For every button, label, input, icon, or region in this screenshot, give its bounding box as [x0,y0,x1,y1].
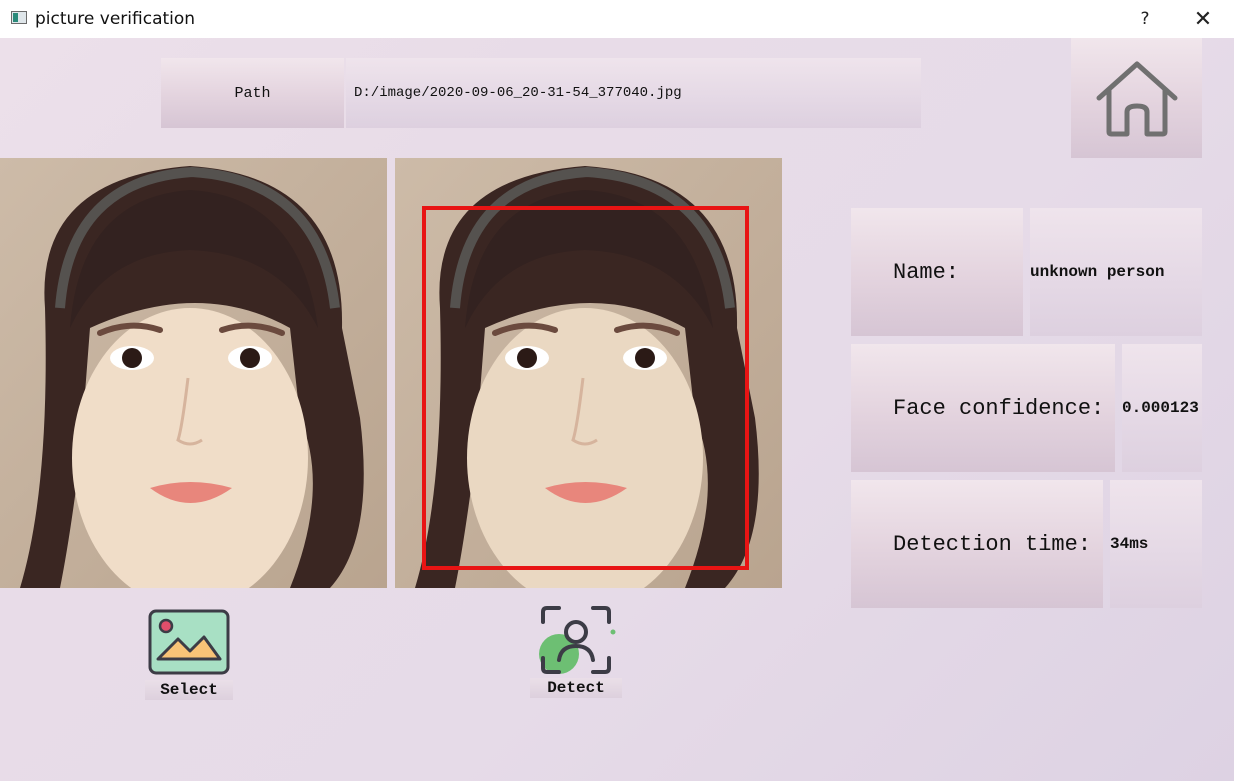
select-label: Select [145,680,233,700]
title-bar: picture verification ? ✕ [0,0,1234,39]
detect-button[interactable]: Detect [530,604,622,698]
detect-label: Detect [530,678,622,698]
help-button[interactable]: ? [1122,4,1168,34]
close-button[interactable]: ✕ [1180,4,1226,34]
face-detection-box [422,206,749,570]
detection-time-label: Detection time: [851,480,1103,608]
path-field[interactable]: D:/image/2020-09-06_20-31-54_377040.jpg [346,58,921,128]
main-panel: Path D:/image/2020-09-06_20-31-54_377040… [0,38,1234,781]
detection-time-value: 34ms [1110,480,1202,608]
home-icon [1096,61,1177,137]
face-scan-icon [539,606,616,674]
name-value: unknown person [1030,208,1202,336]
image-icon [148,609,230,675]
detection-image [395,158,782,588]
home-button[interactable] [1071,38,1202,158]
path-label: Path [161,58,344,128]
original-image [0,158,387,588]
window-title: picture verification [35,9,196,29]
confidence-label: Face confidence: [851,344,1115,472]
name-label: Name: [851,208,1023,336]
app-icon [11,11,27,24]
confidence-value: 0.000123 [1122,344,1202,472]
select-button[interactable]: Select [145,606,233,700]
